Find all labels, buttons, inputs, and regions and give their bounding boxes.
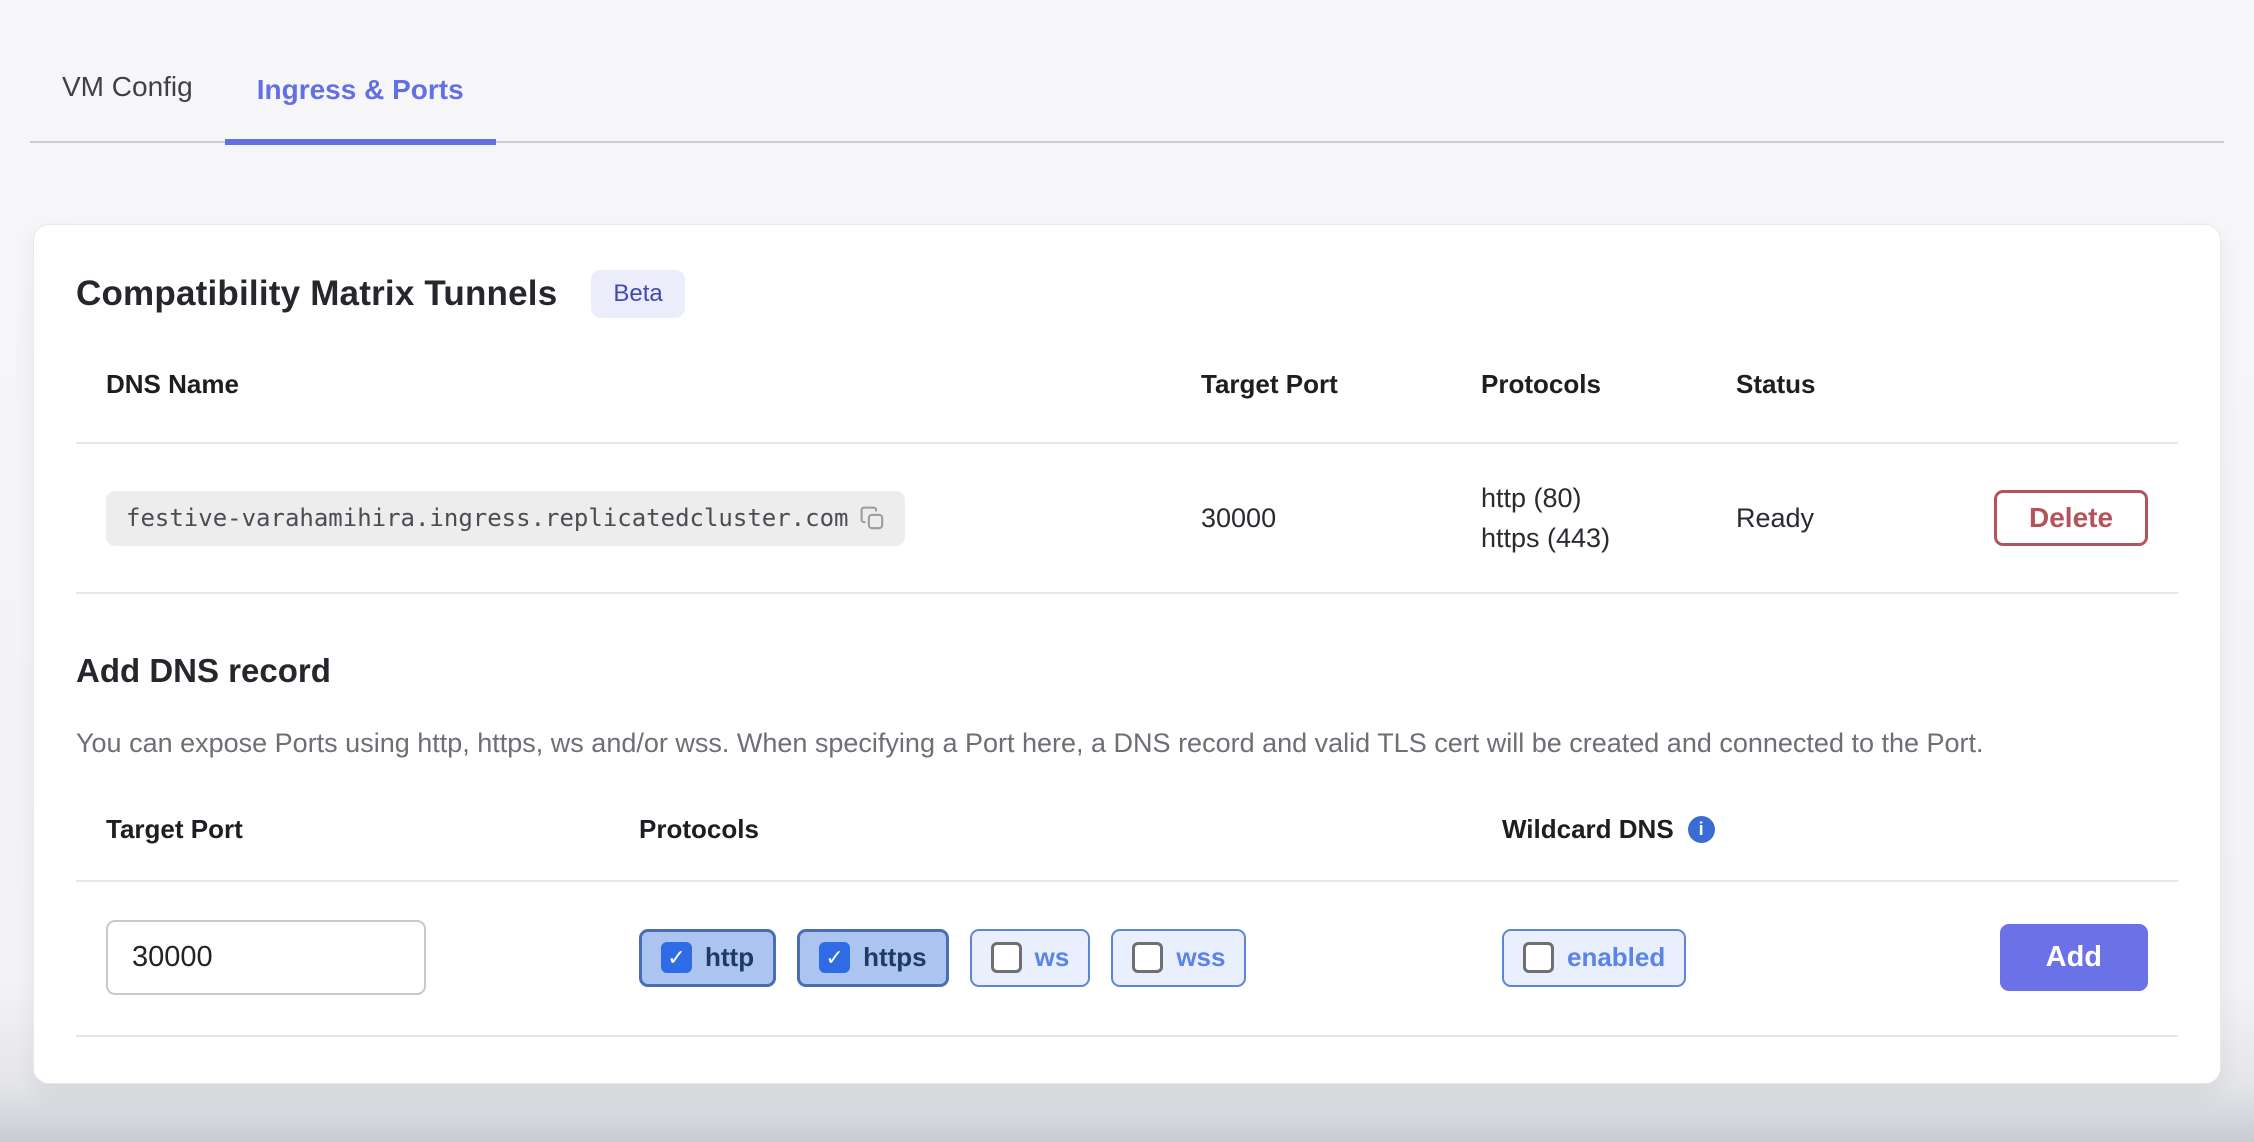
protocol-checkbox-https[interactable]: ✓ https	[797, 929, 949, 987]
col-header-dns-name: DNS Name	[106, 369, 1201, 400]
table-header-row: DNS Name Target Port Protocols Status	[76, 369, 2178, 444]
card-title: Compatibility Matrix Tunnels	[76, 269, 557, 319]
protocol-options: ✓ http ✓ https ✓ ws ✓ wss	[639, 929, 1502, 987]
add-dns-record-description: You can expose Ports using http, https, …	[76, 724, 2136, 763]
label-protocols: Protocols	[639, 813, 1502, 846]
tab-bar: VM Config Ingress & Ports	[30, 0, 2224, 143]
cell-actions: Delete	[1994, 490, 2148, 546]
protocol-label: ws	[1035, 942, 1070, 973]
col-header-protocols: Protocols	[1481, 369, 1736, 400]
protocol-label: http	[705, 942, 754, 973]
col-header-target-port: Target Port	[1201, 369, 1481, 400]
protocol-line-http: http (80)	[1481, 478, 1736, 518]
wildcard-enabled-label: enabled	[1567, 942, 1665, 973]
label-target-port: Target Port	[106, 813, 639, 846]
protocol-checkbox-http[interactable]: ✓ http	[639, 929, 776, 987]
table-row: festive-varahamihira.ingress.replicatedc…	[76, 444, 2178, 594]
copy-icon[interactable]	[858, 504, 887, 533]
label-wildcard-dns: Wildcard DNS i	[1502, 813, 1715, 846]
card-header: Compatibility Matrix Tunnels Beta	[76, 269, 2178, 319]
tab-ingress-ports[interactable]: Ingress & Ports	[225, 74, 496, 145]
checkbox-icon: ✓	[1523, 942, 1554, 973]
checkbox-icon: ✓	[819, 942, 850, 973]
form-bottom-divider	[76, 1035, 2178, 1037]
add-dns-record-title: Add DNS record	[76, 650, 2178, 692]
protocol-line-https: https (443)	[1481, 518, 1736, 558]
cell-protocols: http (80) https (443)	[1481, 478, 1736, 558]
form-labels-row: Target Port Protocols Wildcard DNS i	[76, 813, 2178, 882]
protocol-label: https	[863, 942, 927, 973]
dns-name-pill: festive-varahamihira.ingress.replicatedc…	[106, 491, 905, 546]
cell-status: Ready	[1736, 503, 1994, 534]
col-header-status: Status	[1736, 369, 1994, 400]
target-port-field-wrap	[106, 920, 639, 995]
checkbox-icon: ✓	[1132, 942, 1163, 973]
cell-target-port: 30000	[1201, 503, 1481, 534]
wildcard-dns-label-text: Wildcard DNS	[1502, 813, 1674, 846]
protocol-checkbox-ws[interactable]: ✓ ws	[970, 929, 1091, 987]
beta-badge: Beta	[591, 270, 684, 318]
checkbox-icon: ✓	[991, 942, 1022, 973]
target-port-input[interactable]	[106, 920, 426, 995]
tunnels-card: Compatibility Matrix Tunnels Beta DNS Na…	[33, 224, 2221, 1084]
protocol-label: wss	[1176, 942, 1225, 973]
tab-vm-config[interactable]: VM Config	[30, 71, 225, 141]
dns-name-text: festive-varahamihira.ingress.replicatedc…	[126, 504, 848, 532]
checkbox-icon: ✓	[661, 942, 692, 973]
add-button-wrap: Add	[2000, 924, 2148, 991]
form-inputs-row: ✓ http ✓ https ✓ ws ✓ wss ✓ enabled A	[76, 920, 2178, 995]
cell-dns-name: festive-varahamihira.ingress.replicatedc…	[106, 491, 1201, 546]
info-icon[interactable]: i	[1688, 816, 1715, 843]
add-button[interactable]: Add	[2000, 924, 2148, 991]
wildcard-enabled-checkbox[interactable]: ✓ enabled	[1502, 929, 1686, 987]
protocol-checkbox-wss[interactable]: ✓ wss	[1111, 929, 1246, 987]
wildcard-option: ✓ enabled	[1502, 929, 2000, 987]
delete-button[interactable]: Delete	[1994, 490, 2148, 546]
